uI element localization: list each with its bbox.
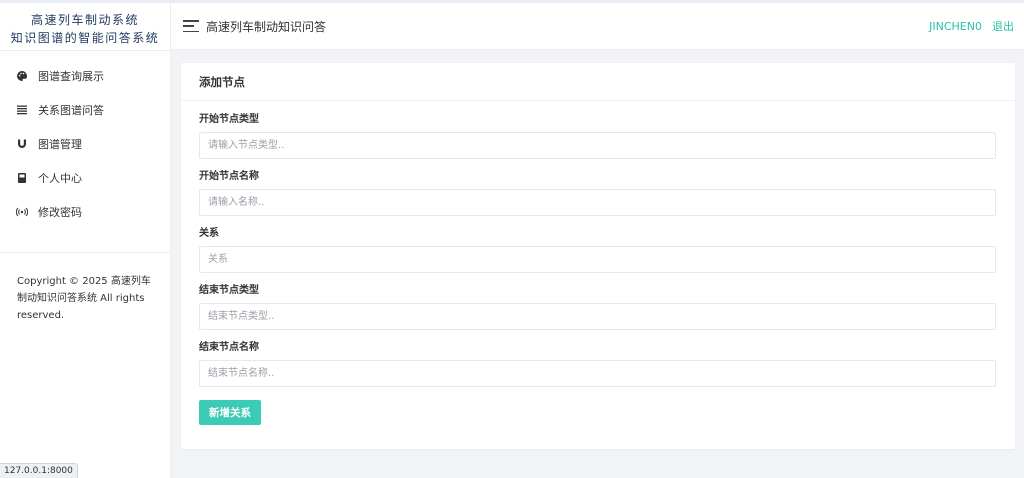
field-start-node-name: 开始节点名称: [199, 170, 997, 227]
field-label: 开始节点类型: [199, 114, 259, 125]
sidebar-item-label: 个人中心: [38, 172, 82, 185]
end-node-type-input[interactable]: [199, 303, 996, 330]
top-header: 高速列车制动知识问答 JINCHEN0 退出: [171, 3, 1024, 50]
brand-title-line2: 知识图谱的智能问答系统: [10, 31, 160, 45]
add-node-form: 开始节点类型 开始节点名称 关系 结束节点类型 结束节点名称 新增关系: [181, 101, 1015, 425]
username-link[interactable]: JINCHEN0: [929, 20, 982, 33]
brand-title-line1: 高速列车制动系统: [30, 13, 139, 27]
sidebar-item-graph-query[interactable]: 图谱查询展示: [0, 59, 170, 93]
sidebar-item-label: 关系图谱问答: [38, 104, 104, 117]
copyright-text: Copyright © 2025 高速列车制动知识问答系统 All rights…: [17, 276, 151, 321]
add-relation-button[interactable]: 新增关系: [199, 400, 261, 425]
palette-icon: [16, 70, 28, 82]
field-start-node-type: 开始节点类型: [199, 113, 997, 170]
broadcast-icon: [16, 206, 28, 218]
relation-input[interactable]: [199, 246, 996, 273]
field-label: 结束节点名称: [199, 342, 259, 353]
sidebar: 高速列车制动系统 知识图谱的智能问答系统 图谱查询展示 关系图谱问答 图谱管理: [0, 3, 171, 478]
book-icon: [16, 172, 28, 184]
field-end-node-type: 结束节点类型: [199, 284, 997, 341]
sidebar-item-label: 修改密码: [38, 206, 82, 219]
sidebar-item-relation-qa[interactable]: 关系图谱问答: [0, 93, 170, 127]
magnet-icon: [16, 138, 28, 150]
card-title: 添加节点: [181, 63, 1015, 101]
field-label: 结束节点类型: [199, 285, 259, 296]
header-user-area: JINCHEN0 退出: [929, 18, 1014, 34]
field-relation: 关系: [199, 227, 997, 284]
list-icon: [16, 104, 28, 116]
status-url: 127.0.0.1:8000: [0, 463, 78, 478]
sidebar-item-change-password[interactable]: 修改密码: [0, 195, 170, 229]
end-node-name-input[interactable]: [199, 360, 996, 387]
field-end-node-name: 结束节点名称: [199, 341, 997, 398]
logout-link[interactable]: 退出: [992, 18, 1014, 34]
field-label: 关系: [199, 228, 219, 239]
sidebar-item-label: 图谱管理: [38, 138, 82, 151]
menu-toggle-icon[interactable]: [183, 20, 199, 32]
start-node-name-input[interactable]: [199, 189, 996, 216]
start-node-type-input[interactable]: [199, 132, 996, 159]
sidebar-menu: 图谱查询展示 关系图谱问答 图谱管理 个人中心 修改密码: [0, 51, 170, 229]
brand: 高速列车制动系统 知识图谱的智能问答系统: [0, 3, 170, 51]
field-label: 开始节点名称: [199, 171, 259, 182]
sidebar-item-graph-manage[interactable]: 图谱管理: [0, 127, 170, 161]
sidebar-item-label: 图谱查询展示: [38, 70, 104, 83]
header-title: 高速列车制动知识问答: [206, 19, 327, 34]
add-node-card: 添加节点 开始节点类型 开始节点名称 关系 结束节点类型 结束节点名称 新增关系: [181, 63, 1015, 449]
sidebar-item-profile[interactable]: 个人中心: [0, 161, 170, 195]
